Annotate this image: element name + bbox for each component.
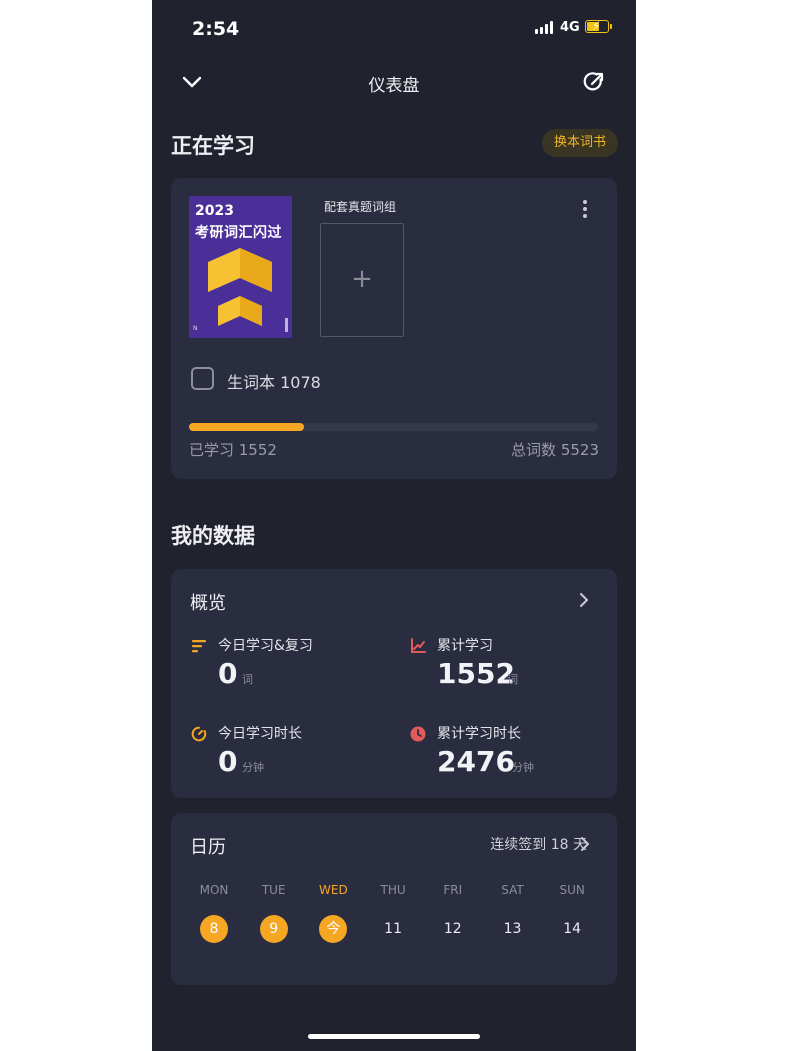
vocab-book-checkbox[interactable] (191, 367, 214, 390)
more-options-icon[interactable] (579, 200, 591, 222)
weekday-sun: SUN (559, 883, 585, 897)
status-time: 2:54 (192, 18, 240, 40)
calendar-title: 日历 (190, 837, 226, 858)
cover-side-mark (285, 318, 288, 332)
total-count: 总词数 5523 (511, 441, 599, 459)
stat-value: 1552 (437, 657, 515, 690)
clock-icon (410, 726, 426, 742)
stat-value: 0 (218, 745, 238, 778)
stat-value: 0 (218, 657, 238, 690)
share-icon[interactable] (582, 70, 606, 94)
home-indicator[interactable] (308, 1034, 480, 1039)
network-type: 4G (560, 20, 580, 35)
weekday-mon: MON (199, 883, 229, 897)
stat-today-words: 今日学习&复习 0 词 (191, 635, 391, 695)
studying-section-title: 正在学习 (171, 134, 255, 158)
battery-icon: ⚡ (585, 19, 609, 33)
weekday-fri: FRI (443, 883, 463, 897)
checkin-streak-link[interactable]: 连续签到 18 天 (490, 834, 587, 854)
learned-count: 已学习 1552 (189, 441, 277, 459)
cover-year: 2023 (195, 203, 234, 219)
timer-icon (191, 726, 207, 742)
calendar-day[interactable]: 14 (558, 915, 586, 943)
chevron-right-icon[interactable] (578, 593, 590, 607)
stat-unit: 分钟 (242, 761, 264, 774)
weekday-thu: THU (380, 883, 406, 897)
stat-total-time: 累计学习时长 2476 分钟 (410, 723, 610, 783)
overview-card[interactable]: 概览 今日学习&复习 0 词 累计学习 1552 词 今日学习时长 0 分钟 累… (171, 569, 617, 798)
study-progress-bar (189, 423, 598, 431)
cover-title: 考研词汇闪过 (195, 225, 282, 241)
calendar-day[interactable]: 11 (379, 915, 407, 943)
cover-publisher-mark: N (193, 325, 198, 332)
add-related-book-button[interactable]: + (320, 223, 404, 337)
calendar-day[interactable]: 12 (439, 915, 467, 943)
signal-icon (535, 21, 553, 34)
change-book-button[interactable]: 换本词书 (542, 129, 618, 157)
stat-label: 今日学习&复习 (218, 638, 313, 654)
study-progress-fill (189, 423, 304, 431)
phone-screen: 2:54 4G ⚡ 仪表盘 正在学习 换本词书 2023 考研词汇闪过 N 配套 (152, 0, 636, 1051)
vocab-book-label[interactable]: 生词本 1078 (227, 369, 321, 393)
calendar-day[interactable]: 13 (499, 915, 527, 943)
stat-label: 今日学习时长 (218, 726, 302, 742)
calendar-day[interactable]: 8 (200, 915, 228, 943)
page-title: 仪表盘 (368, 76, 420, 96)
line-chart-icon (411, 638, 426, 653)
list-icon (192, 640, 206, 653)
stat-label: 累计学习 (437, 638, 493, 654)
weekday-sat: SAT (501, 883, 524, 897)
my-data-section-title: 我的数据 (171, 524, 255, 548)
stat-label: 累计学习时长 (437, 726, 521, 742)
stat-unit: 词 (507, 673, 518, 686)
chevron-right-icon[interactable] (579, 837, 591, 851)
related-words-label: 配套真题词组 (324, 200, 397, 214)
stat-value: 2476 (437, 745, 515, 778)
stat-today-time: 今日学习时长 0 分钟 (191, 723, 391, 783)
stat-total-words: 累计学习 1552 词 (410, 635, 610, 695)
calendar-day[interactable]: 9 (259, 915, 288, 943)
stat-unit: 分钟 (512, 761, 534, 774)
overview-title: 概览 (190, 593, 226, 614)
calendar-day[interactable]: 今 (319, 915, 348, 943)
battery-tip (610, 24, 612, 29)
weekday-tue: TUE (261, 883, 286, 897)
book-cover[interactable]: 2023 考研词汇闪过 N (189, 196, 292, 338)
cover-arrow-graphic (208, 248, 272, 326)
stat-unit: 词 (242, 673, 253, 686)
weekday-wed: WED (319, 883, 348, 897)
calendar-card: 日历 连续签到 18 天 MON TUE WED THU FRI SAT SUN 8 9 今 11… (171, 813, 617, 985)
current-book-card: 2023 考研词汇闪过 N 配套真题词组 + 生词本 1078 已学习 1552… (171, 178, 617, 479)
